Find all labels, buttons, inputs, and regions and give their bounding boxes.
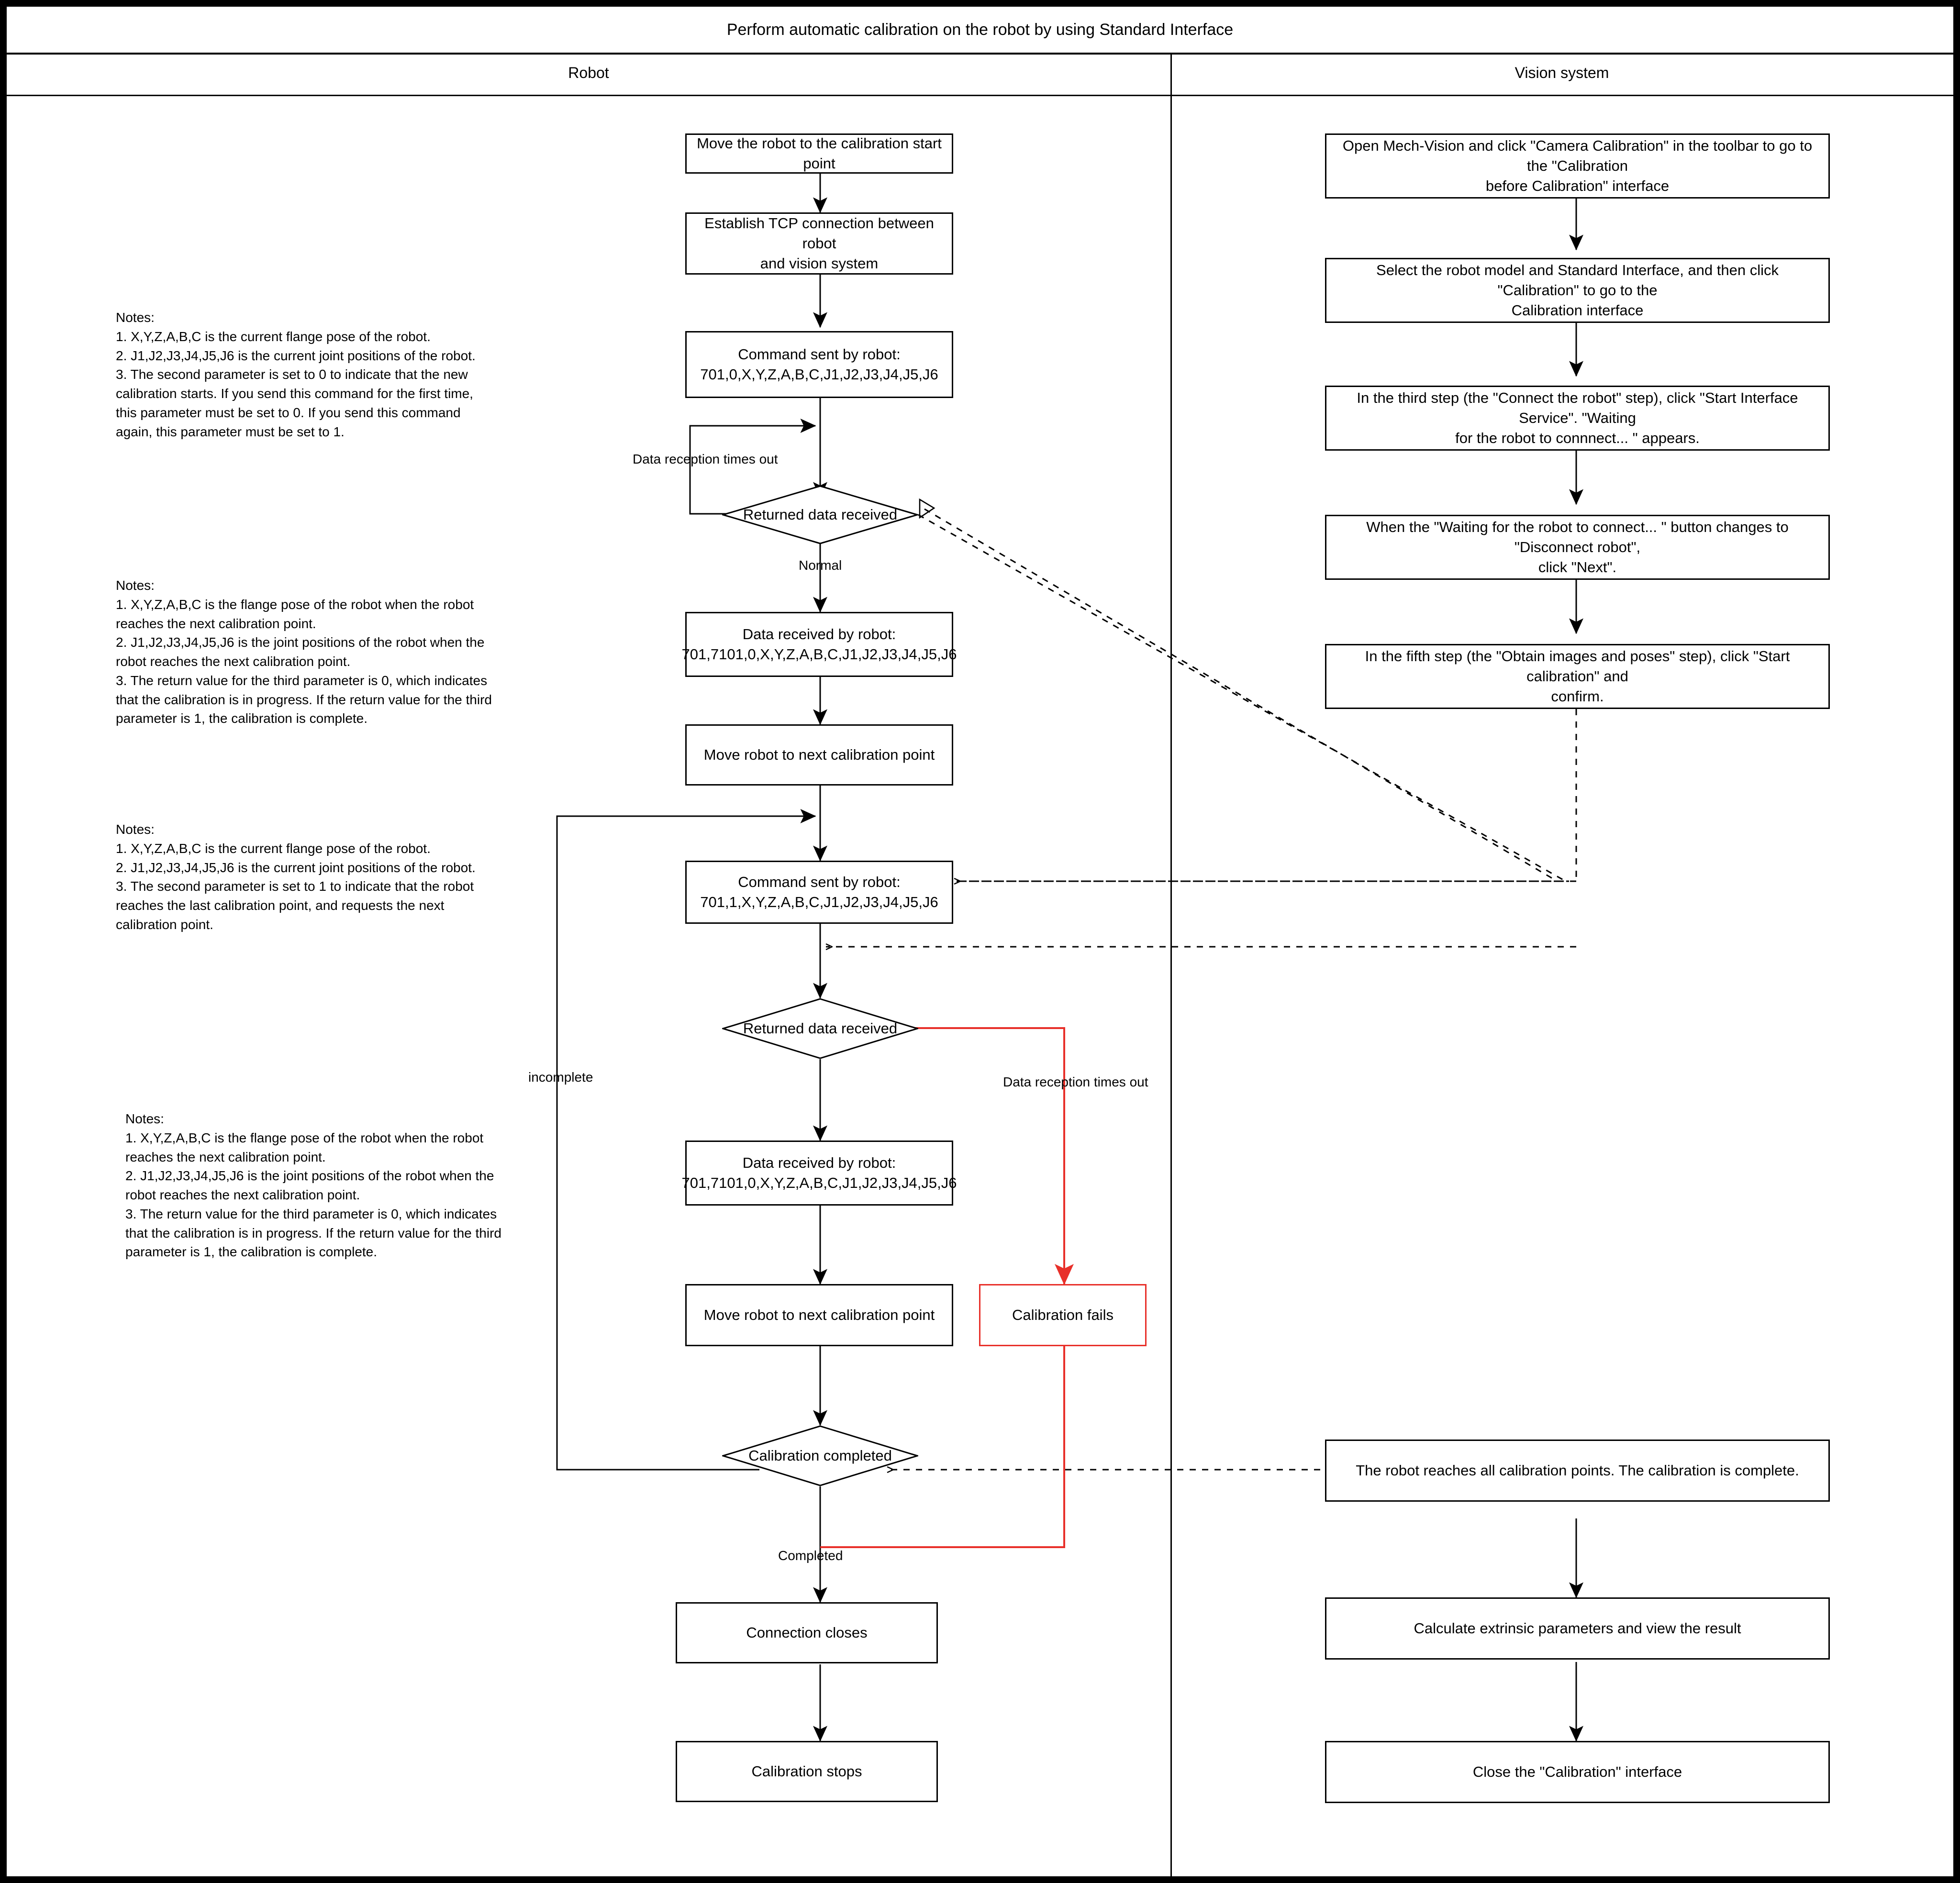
lane-header-robot-label: Robot bbox=[568, 64, 609, 81]
edge-label-completed: Completed bbox=[778, 1548, 843, 1563]
node-calibration-fails[interactable]: Calibration fails bbox=[979, 1284, 1147, 1346]
node-move-to-next-point-2[interactable]: Move robot to next calibration point bbox=[685, 1284, 953, 1346]
note-4: Notes: 1. X,Y,Z,A,B,C is the flange pose… bbox=[125, 1111, 501, 1260]
note-2: Notes: 1. X,Y,Z,A,B,C is the flange pose… bbox=[116, 578, 492, 726]
node-start-interface-service[interactable]: In the third step (the "Connect the robo… bbox=[1325, 386, 1830, 451]
node-select-robot-model[interactable]: Select the robot model and Standard Inte… bbox=[1325, 258, 1830, 323]
node-data-received-1[interactable]: Data received by robot: 701,7101,0,X,Y,Z… bbox=[682, 612, 957, 677]
edge-label-normal: Normal bbox=[799, 558, 842, 573]
lane-header-robot: Robot bbox=[7, 54, 1170, 92]
edge-label-incomplete: incomplete bbox=[528, 1070, 593, 1085]
note-3: Notes: 1. X,Y,Z,A,B,C is the current fla… bbox=[116, 822, 476, 932]
lane-header-vision-label: Vision system bbox=[1515, 64, 1609, 81]
node-command-sent-1-label: Command sent by robot: 701,0,X,Y,Z,A,B,C… bbox=[700, 346, 938, 383]
flowchart-canvas: Perform automatic calibration on the rob… bbox=[7, 7, 1953, 1876]
node-calibration-stops[interactable]: Calibration stops bbox=[676, 1741, 938, 1802]
diamond-shape-1 bbox=[722, 485, 918, 544]
node-connection-closes-label: Connection closes bbox=[746, 1624, 868, 1641]
node-move-robot-to-start-label: Move the robot to the calibration start … bbox=[697, 135, 942, 172]
node-calibration-fails-label: Calibration fails bbox=[1012, 1307, 1114, 1324]
node-start-calibration[interactable]: In the fifth step (the "Obtain images an… bbox=[1325, 644, 1830, 709]
lane-header-divider bbox=[7, 95, 1953, 96]
node-establish-tcp-label: Establish TCP connection between robot a… bbox=[704, 215, 934, 272]
node-close-calibration-interface-label: Close the "Calibration" interface bbox=[1472, 1763, 1682, 1781]
node-calculate-extrinsic[interactable]: Calculate extrinsic parameters and view … bbox=[1325, 1597, 1830, 1660]
node-disconnect-robot-next-label: When the "Waiting for the robot to conne… bbox=[1366, 519, 1789, 576]
node-calculate-extrinsic-label: Calculate extrinsic parameters and view … bbox=[1414, 1620, 1741, 1637]
edge-label-timeout-2: Data reception times out bbox=[1003, 1074, 1148, 1089]
node-move-to-next-point-2-label: Move robot to next calibration point bbox=[703, 1307, 935, 1324]
node-data-received-2-label: Data received by robot: 701,7101,0,X,Y,Z… bbox=[681, 1154, 957, 1191]
node-select-robot-model-label: Select the robot model and Standard Inte… bbox=[1376, 262, 1779, 319]
node-command-sent-1[interactable]: Command sent by robot: 701,0,X,Y,Z,A,B,C… bbox=[685, 331, 953, 398]
node-move-to-next-point-1-label: Move robot to next calibration point bbox=[703, 746, 935, 764]
node-open-mech-vision-label: Open Mech-Vision and click "Camera Calib… bbox=[1342, 137, 1813, 194]
diamond-shape-2 bbox=[722, 998, 918, 1059]
node-start-interface-service-label: In the third step (the "Connect the robo… bbox=[1357, 389, 1798, 446]
decision-returned-data-received-2[interactable]: Returned data received bbox=[722, 998, 918, 1059]
node-data-received-1-label: Data received by robot: 701,7101,0,X,Y,Z… bbox=[681, 626, 957, 663]
screenshot-page: Perform automatic calibration on the rob… bbox=[0, 0, 1960, 1883]
edge-label-timeout-1: Data reception times out bbox=[633, 452, 778, 466]
node-calibration-stops-label: Calibration stops bbox=[751, 1763, 862, 1780]
node-command-sent-2[interactable]: Command sent by robot: 701,1,X,Y,Z,A,B,C… bbox=[685, 861, 953, 924]
node-data-received-2[interactable]: Data received by robot: 701,7101,0,X,Y,Z… bbox=[682, 1141, 957, 1206]
node-open-mech-vision[interactable]: Open Mech-Vision and click "Camera Calib… bbox=[1325, 133, 1830, 199]
node-move-to-next-point-1[interactable]: Move robot to next calibration point bbox=[685, 724, 953, 786]
node-establish-tcp[interactable]: Establish TCP connection between robot a… bbox=[685, 212, 953, 275]
node-connection-closes[interactable]: Connection closes bbox=[676, 1602, 938, 1663]
lane-separator bbox=[1170, 54, 1172, 1876]
diagram-title: Perform automatic calibration on the rob… bbox=[7, 7, 1953, 53]
decision-calibration-completed[interactable]: Calibration completed bbox=[722, 1425, 918, 1486]
lane-header-vision: Vision system bbox=[1170, 54, 1953, 92]
decision-returned-data-received-1[interactable]: Returned data received bbox=[722, 485, 918, 544]
diamond-shape-3 bbox=[722, 1425, 918, 1486]
node-move-robot-to-start[interactable]: Move the robot to the calibration start … bbox=[685, 133, 953, 174]
node-robot-reaches-all-points-label: The robot reaches all calibration points… bbox=[1356, 1462, 1799, 1479]
node-close-calibration-interface[interactable]: Close the "Calibration" interface bbox=[1325, 1741, 1830, 1803]
diagram-title-text: Perform automatic calibration on the rob… bbox=[726, 20, 1234, 39]
node-command-sent-2-label: Command sent by robot: 701,1,X,Y,Z,A,B,C… bbox=[700, 874, 938, 910]
node-start-calibration-label: In the fifth step (the "Obtain images an… bbox=[1365, 648, 1790, 705]
node-robot-reaches-all-points[interactable]: The robot reaches all calibration points… bbox=[1325, 1440, 1830, 1502]
node-disconnect-robot-next[interactable]: When the "Waiting for the robot to conne… bbox=[1325, 515, 1830, 580]
note-1: Notes: 1. X,Y,Z,A,B,C is the current fla… bbox=[116, 310, 476, 439]
